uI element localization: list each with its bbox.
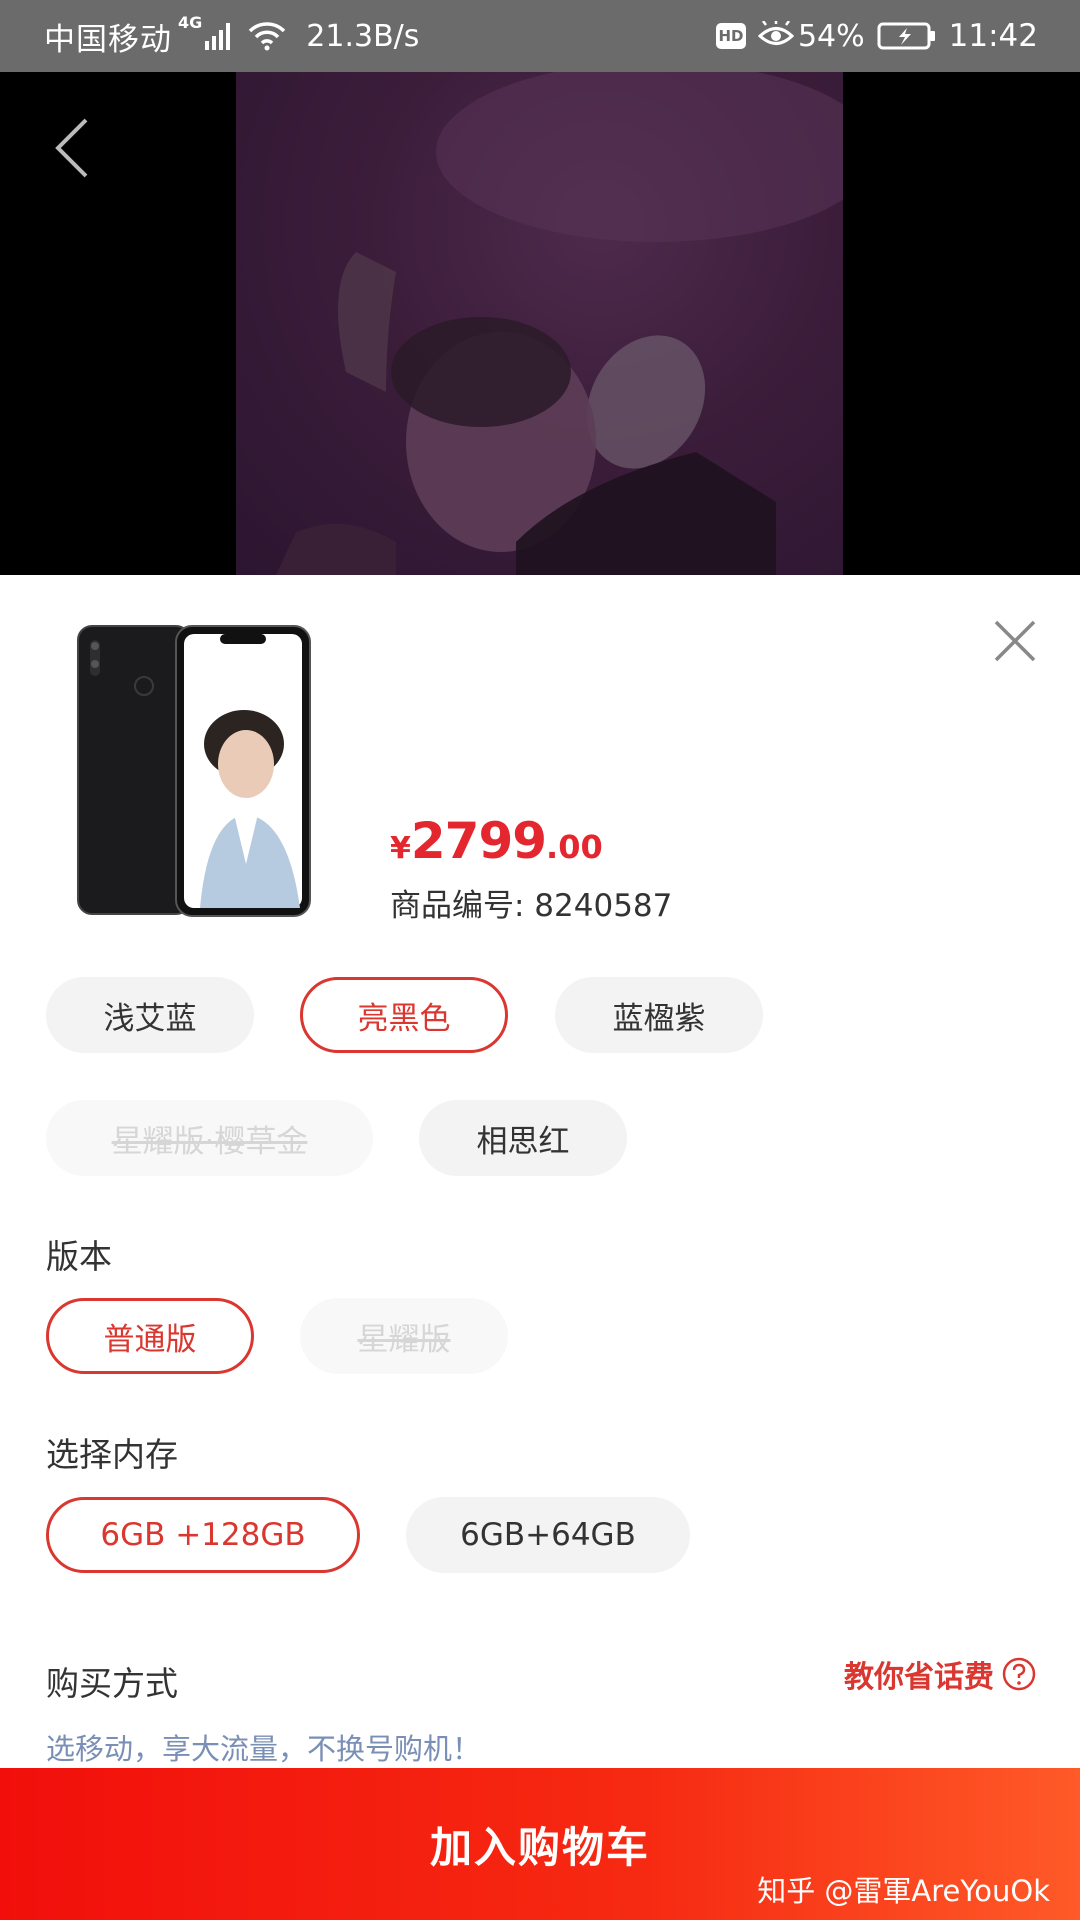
memory-title: 选择内存 [46, 1435, 178, 1474]
help-link-label: 教你省话费 [844, 1660, 994, 1695]
question-icon [1002, 1657, 1036, 1691]
video-still [276, 72, 843, 575]
color-option-black[interactable]: 亮黑色 [300, 977, 508, 1053]
color-option-light-blue[interactable]: 浅艾蓝 [46, 977, 254, 1053]
color-option-label: 相思红 [476, 1123, 570, 1160]
price: ¥2799.00 [390, 812, 603, 870]
memory-option-label: 6GB+64GB [460, 1517, 636, 1553]
wifi-icon [249, 22, 286, 51]
product-thumbnail [77, 625, 311, 917]
purchase-title: 购买方式 [46, 1664, 178, 1703]
watermark: 知乎 @雷軍AreYouOk [757, 1874, 1050, 1908]
bottom-action-bar: 加入购物车 知乎 @雷軍AreYouOk [0, 1768, 1080, 1920]
memory-option-label: 6GB +128GB [100, 1517, 306, 1553]
price-integer: 2799 [410, 812, 547, 870]
color-option-gold-disabled: 星耀版·樱草金 [46, 1100, 373, 1176]
video-frame [236, 72, 843, 575]
price-decimal: .00 [546, 828, 603, 866]
version-option-star-disabled: 星耀版 [300, 1298, 508, 1374]
network-speed: 21.3B/s [306, 18, 420, 54]
network-type: 4G [178, 12, 203, 32]
memory-option-64gb[interactable]: 6GB+64GB [406, 1497, 690, 1573]
back-arrow-icon[interactable] [52, 116, 92, 180]
save-fee-help-link[interactable]: 教你省话费 [844, 1652, 1036, 1696]
close-icon[interactable] [990, 616, 1040, 666]
battery-percent: 54% [797, 18, 865, 54]
battery-charging-icon [877, 22, 935, 50]
status-bar: 中国移动 4G 21.3B/s HD 54% 11:42 [0, 0, 1080, 72]
eye-comfort-icon [757, 21, 794, 45]
version-option-label: 普通版 [103, 1321, 197, 1358]
color-option-purple[interactable]: 蓝楹紫 [555, 977, 763, 1053]
hd-icon: HD [715, 23, 746, 49]
carrier-promo-text[interactable]: 选移动，享大流量，不换号购机！ [46, 1726, 481, 1768]
version-title: 版本 [46, 1237, 112, 1276]
version-option-standard[interactable]: 普通版 [46, 1298, 254, 1374]
status-bar-right: HD 54% 11:42 [715, 0, 1038, 72]
price-currency: ¥ [390, 831, 411, 866]
color-option-label: 浅艾蓝 [103, 1000, 197, 1037]
status-bar-left: 中国移动 4G 21.3B/s [44, 0, 419, 72]
signal-icon [205, 23, 231, 50]
clock: 11:42 [948, 18, 1038, 54]
carrier-name: 中国移动 [44, 21, 172, 58]
product-video[interactable] [0, 72, 1080, 575]
color-option-label: 蓝楹紫 [612, 1000, 706, 1037]
memory-option-128gb[interactable]: 6GB +128GB [46, 1497, 360, 1573]
color-option-label: 星耀版·樱草金 [111, 1123, 308, 1160]
color-option-red[interactable]: 相思红 [419, 1100, 627, 1176]
color-option-label: 亮黑色 [357, 1000, 451, 1037]
product-sku: 商品编号: 8240587 [390, 888, 673, 924]
version-option-label: 星耀版 [357, 1321, 451, 1358]
